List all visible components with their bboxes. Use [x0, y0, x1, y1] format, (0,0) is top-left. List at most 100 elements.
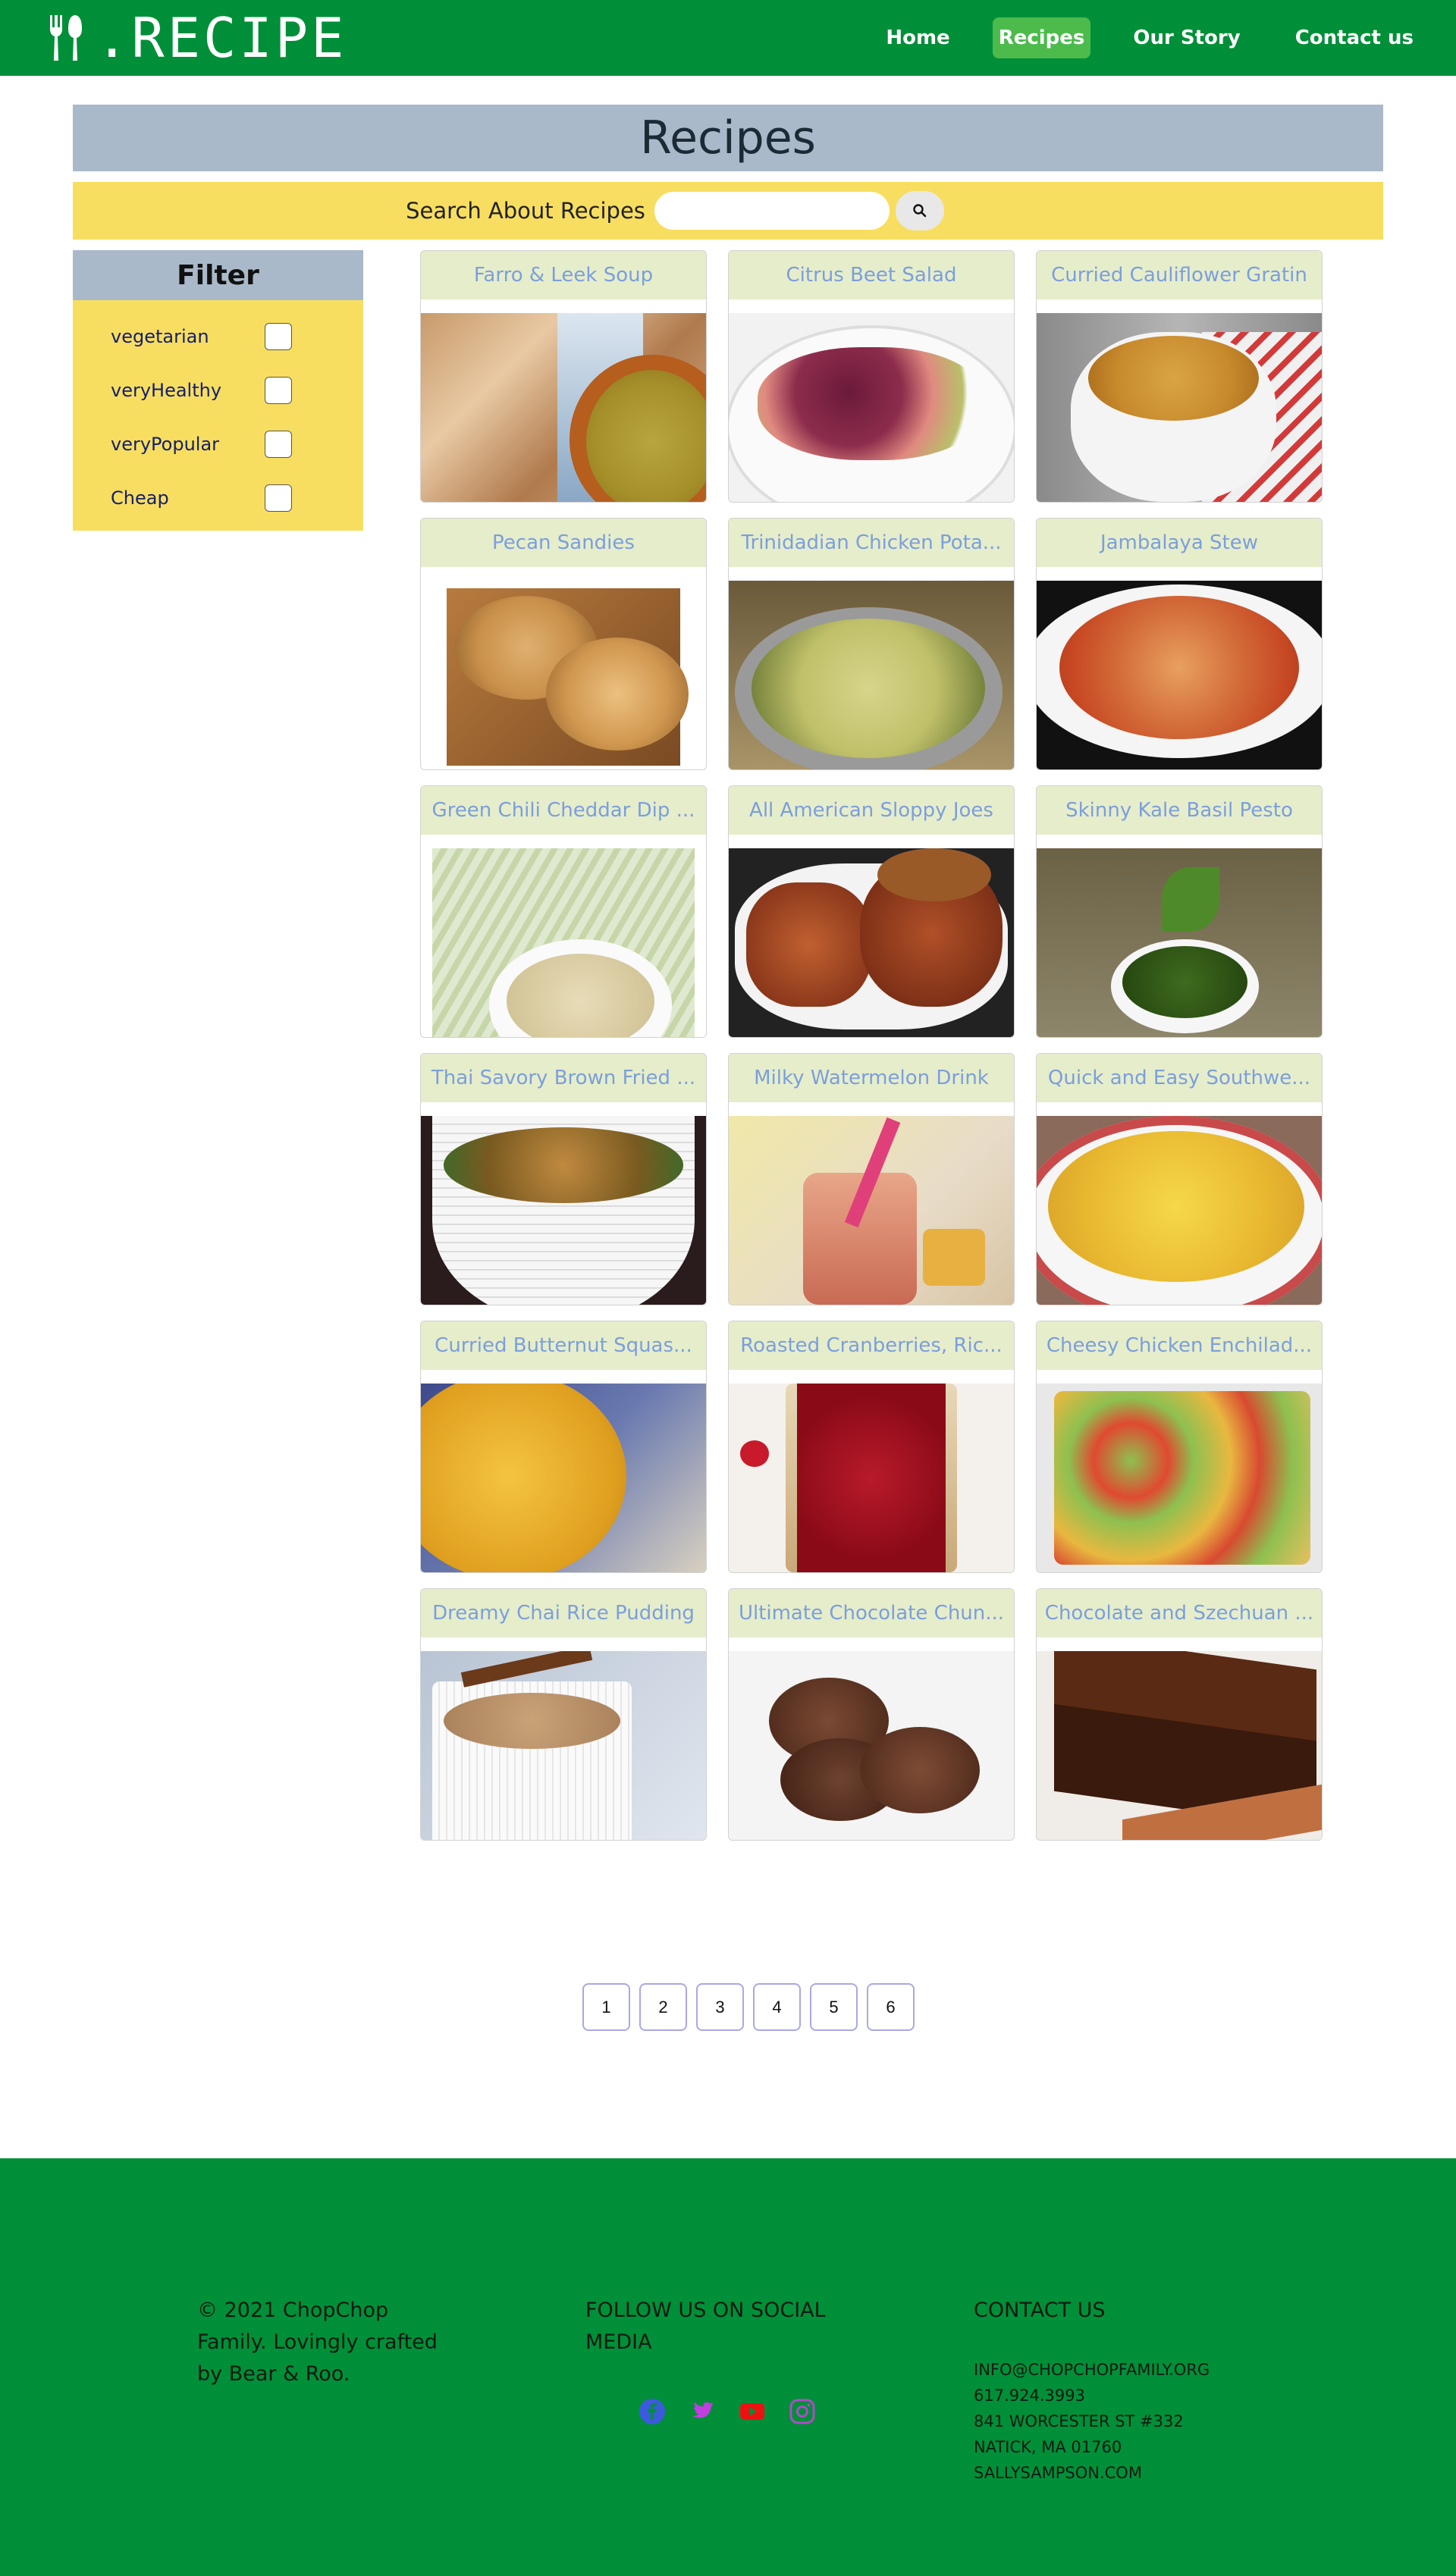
recipe-image[interactable] — [421, 1651, 706, 1840]
filter-panel: Filter vegetarian veryHealthy veryPopula… — [73, 250, 363, 1841]
nav-our-story[interactable]: Our Story — [1121, 17, 1252, 58]
filter-option-very-popular: veryPopular — [73, 417, 363, 471]
recipe-card[interactable]: Thai Savory Brown Fried ... — [420, 1053, 707, 1305]
page-button-1[interactable]: 1 — [582, 1983, 630, 2031]
recipe-title[interactable]: All American Sloppy Joes — [729, 786, 1014, 835]
recipe-card[interactable]: Farro & Leek Soup — [420, 250, 707, 503]
follow-heading: FOLLOW US ON SOCIAL MEDIA — [585, 2299, 826, 2354]
recipe-image[interactable] — [1037, 313, 1322, 502]
recipe-image[interactable] — [729, 1651, 1014, 1840]
page-button-3[interactable]: 3 — [696, 1983, 744, 2031]
recipe-card[interactable]: Quick and Easy Southwe... — [1036, 1053, 1323, 1305]
recipe-image[interactable] — [421, 1384, 706, 1572]
recipe-card[interactable]: Curried Cauliflower Gratin — [1036, 250, 1323, 503]
recipe-title[interactable]: Citrus Beet Salad — [729, 251, 1014, 299]
recipe-image[interactable] — [1037, 848, 1322, 1037]
recipe-image[interactable] — [421, 1116, 706, 1305]
recipe-title[interactable]: Milky Watermelon Drink — [729, 1054, 1014, 1102]
search-input[interactable] — [654, 192, 890, 230]
contact-heading: CONTACT US — [974, 2299, 1106, 2322]
recipe-card[interactable]: Citrus Beet Salad — [728, 250, 1015, 503]
filter-label: veryHealthy — [111, 379, 222, 401]
nav-recipes[interactable]: Recipes — [992, 17, 1091, 58]
recipe-image[interactable] — [729, 848, 1014, 1037]
recipe-image[interactable] — [1037, 1384, 1322, 1572]
recipe-image[interactable] — [421, 313, 706, 502]
recipe-title[interactable]: Quick and Easy Southwe... — [1037, 1054, 1322, 1102]
contact-email[interactable]: INFO@CHOPCHOPFAMILY.ORG — [974, 2357, 1362, 2383]
very-popular-checkbox[interactable] — [265, 430, 292, 458]
instagram-icon[interactable] — [789, 2398, 816, 2425]
recipe-card[interactable]: Ultimate Chocolate Chun... — [728, 1588, 1015, 1841]
recipe-title[interactable]: Skinny Kale Basil Pesto — [1037, 786, 1322, 835]
page-button-6[interactable]: 6 — [867, 1983, 915, 2031]
recipe-title[interactable]: Green Chili Cheddar Dip ... — [421, 786, 706, 835]
recipe-title[interactable]: Curried Butternut Squas... — [421, 1321, 706, 1370]
recipe-title[interactable]: Jambalaya Stew — [1037, 519, 1322, 567]
filter-title: Filter — [177, 259, 259, 291]
cheap-checkbox[interactable] — [265, 484, 292, 512]
recipe-card[interactable]: Roasted Cranberries, Ric... — [728, 1321, 1015, 1573]
recipe-card[interactable]: Green Chili Cheddar Dip ... — [420, 785, 707, 1038]
recipe-title[interactable]: Thai Savory Brown Fried ... — [421, 1054, 706, 1102]
recipe-title[interactable]: Pecan Sandies — [421, 519, 706, 567]
twitter-icon[interactable] — [689, 2398, 716, 2425]
recipe-grid: Farro & Leek Soup Citrus Beet Salad Curr… — [420, 250, 1323, 1841]
social-links — [585, 2398, 974, 2425]
main-content: Recipes Search About Recipes Filter vege… — [73, 105, 1383, 2031]
recipe-title[interactable]: Roasted Cranberries, Ric... — [729, 1321, 1014, 1370]
filter-header: Filter — [73, 250, 363, 300]
filter-label: Cheap — [111, 487, 169, 509]
recipe-image[interactable] — [421, 848, 706, 1037]
recipe-card[interactable]: Curried Butternut Squas... — [420, 1321, 707, 1573]
footer-contact-col: CONTACT US INFO@CHOPCHOPFAMILY.ORG 617.9… — [974, 2295, 1362, 2576]
very-healthy-checkbox[interactable] — [265, 376, 292, 404]
recipe-title[interactable]: Farro & Leek Soup — [421, 251, 706, 299]
contact-address-line2: NATICK, MA 01760 — [974, 2438, 1122, 2456]
footer-social-col: FOLLOW US ON SOCIAL MEDIA — [585, 2295, 974, 2576]
page-title: Recipes — [640, 111, 816, 165]
recipe-card[interactable]: Jambalaya Stew — [1036, 518, 1323, 770]
recipe-card[interactable]: Cheesy Chicken Enchilad... — [1036, 1321, 1323, 1573]
recipe-title[interactable]: Curried Cauliflower Gratin — [1037, 251, 1322, 299]
recipe-title[interactable]: Dreamy Chai Rice Pudding — [421, 1589, 706, 1637]
recipe-image[interactable] — [1037, 581, 1322, 769]
recipe-image[interactable] — [729, 1384, 1014, 1572]
brand-logo[interactable]: .RECIPE — [46, 11, 347, 65]
recipe-title[interactable]: Chocolate and Szechuan ... — [1037, 1589, 1322, 1637]
contact-phone: 617.924.3993 — [974, 2386, 1085, 2405]
pagination: 1 2 3 4 5 6 — [73, 1983, 1383, 2031]
page-button-5[interactable]: 5 — [810, 1983, 858, 2031]
recipe-title[interactable]: Trinidadian Chicken Pota... — [729, 519, 1014, 567]
recipe-card[interactable]: Trinidadian Chicken Pota... — [728, 518, 1015, 770]
search-button[interactable] — [895, 191, 944, 230]
recipe-card[interactable]: Skinny Kale Basil Pesto — [1036, 785, 1323, 1038]
recipe-card[interactable]: Pecan Sandies — [420, 518, 707, 770]
page-header: Recipes — [73, 105, 1383, 171]
recipe-card[interactable]: Chocolate and Szechuan ... — [1036, 1588, 1323, 1841]
nav-contact-us[interactable]: Contact us — [1283, 17, 1426, 58]
page-button-2[interactable]: 2 — [639, 1983, 687, 2031]
nav-home[interactable]: Home — [874, 17, 962, 58]
recipe-image[interactable] — [729, 1116, 1014, 1305]
footer-copyright-col: © 2021 ChopChop Family. Lovingly crafted… — [197, 2295, 585, 2576]
facebook-icon[interactable] — [639, 2398, 666, 2425]
youtube-icon[interactable] — [739, 2398, 766, 2425]
recipe-title[interactable]: Cheesy Chicken Enchilad... — [1037, 1321, 1322, 1370]
recipe-image[interactable] — [729, 581, 1014, 769]
search-icon — [913, 204, 927, 218]
recipe-title[interactable]: Ultimate Chocolate Chun... — [729, 1589, 1014, 1637]
recipe-image[interactable] — [421, 581, 706, 769]
recipe-image[interactable] — [1037, 1651, 1322, 1840]
recipe-card[interactable]: Dreamy Chai Rice Pudding — [420, 1588, 707, 1841]
recipe-card[interactable]: Milky Watermelon Drink — [728, 1053, 1015, 1305]
recipe-card[interactable]: All American Sloppy Joes — [728, 785, 1015, 1038]
contact-website[interactable]: SALLYSAMPSON.COM — [974, 2460, 1362, 2486]
recipe-image[interactable] — [729, 313, 1014, 502]
page-button-4[interactable]: 4 — [753, 1983, 801, 2031]
site-footer: © 2021 ChopChop Family. Lovingly crafted… — [0, 2158, 1456, 2576]
top-navbar: .RECIPE Home Recipes Our Story Contact u… — [0, 0, 1456, 76]
vegetarian-checkbox[interactable] — [265, 322, 292, 350]
filter-option-cheap: Cheap — [73, 471, 363, 525]
recipe-image[interactable] — [1037, 1116, 1322, 1305]
